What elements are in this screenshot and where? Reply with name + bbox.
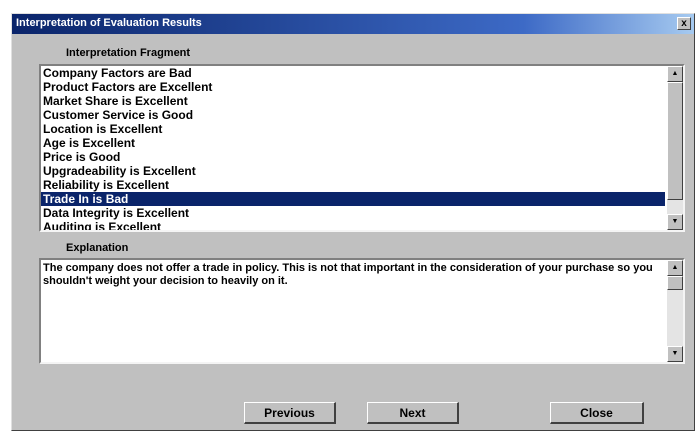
scroll-up-icon[interactable]: ▲ [667, 66, 683, 82]
list-item[interactable]: Company Factors are Bad [41, 66, 665, 80]
list-item[interactable]: Age is Excellent [41, 136, 665, 150]
fragment-listbox[interactable]: Company Factors are Bad Product Factors a… [39, 64, 685, 232]
scroll-down-icon[interactable]: ▼ [667, 346, 683, 362]
window-title: Interpretation of Evaluation Results [16, 17, 202, 29]
scroll-down-icon[interactable]: ▼ [667, 214, 683, 230]
dialog-window: Interpretation of Evaluation Results x I… [11, 13, 695, 431]
list-item[interactable]: Product Factors are Excellent [41, 80, 665, 94]
list-item[interactable]: Price is Good [41, 150, 665, 164]
explanation-scrollbar[interactable]: ▲ ▼ [667, 260, 683, 362]
title-bar[interactable]: Interpretation of Evaluation Results x [12, 14, 694, 34]
fragment-list-label: Interpretation Fragment [66, 47, 191, 59]
explanation-label: Explanation [66, 242, 129, 254]
list-item[interactable]: Trade In is Bad [41, 192, 665, 206]
list-item[interactable]: Reliability is Excellent [41, 178, 665, 192]
previous-button[interactable]: Previous [244, 402, 336, 424]
list-item[interactable]: Market Share is Excellent [41, 94, 665, 108]
fragment-list-scrollbar[interactable]: ▲ ▼ [667, 66, 683, 230]
list-item[interactable]: Customer Service is Good [41, 108, 665, 122]
scroll-up-icon[interactable]: ▲ [667, 260, 683, 276]
fragment-list-items: Company Factors are Bad Product Factors a… [41, 66, 665, 230]
close-window-icon[interactable]: x [677, 17, 691, 30]
close-button[interactable]: Close [550, 402, 644, 424]
list-item[interactable]: Data Integrity is Excellent [41, 206, 665, 220]
list-item[interactable]: Auditing is Excellent [41, 220, 665, 230]
explanation-box[interactable]: The company does not offer a trade in po… [39, 258, 685, 364]
explanation-text: The company does not offer a trade in po… [43, 262, 653, 287]
list-item[interactable]: Location is Excellent [41, 122, 665, 136]
scroll-thumb[interactable] [667, 276, 683, 290]
next-button[interactable]: Next [367, 402, 459, 424]
list-item[interactable]: Upgradeability is Excellent [41, 164, 665, 178]
scroll-thumb[interactable] [667, 82, 683, 200]
